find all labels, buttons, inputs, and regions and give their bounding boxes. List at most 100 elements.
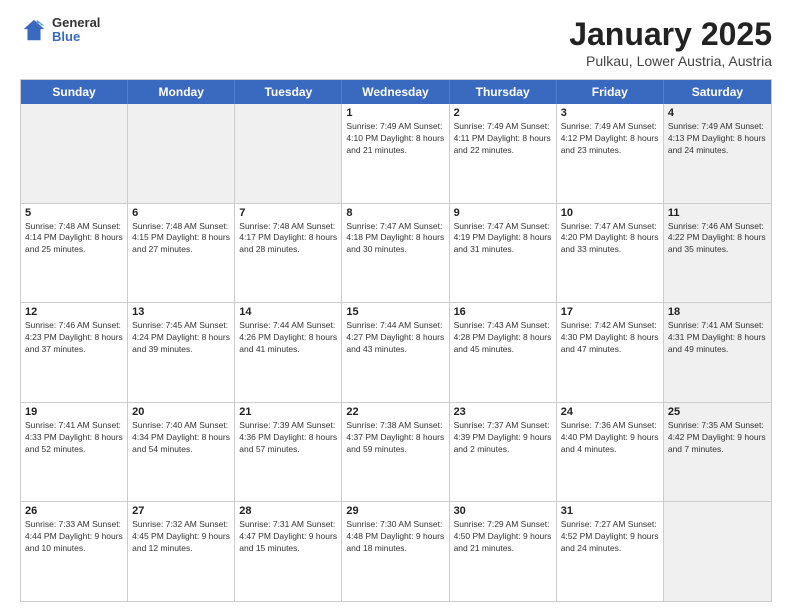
day-number: 21 bbox=[239, 406, 337, 418]
header-day-wednesday: Wednesday bbox=[342, 80, 449, 104]
day-cell-6: 6Sunrise: 7:48 AM Sunset: 4:15 PM Daylig… bbox=[128, 204, 235, 303]
calendar-subtitle: Pulkau, Lower Austria, Austria bbox=[569, 53, 772, 69]
day-cell-16: 16 Sunrise: 7:43 AM Sunset: 4:28 PM Dayli… bbox=[450, 303, 557, 402]
header-day-sunday: Sunday bbox=[21, 80, 128, 104]
day-number: 12 bbox=[25, 306, 123, 318]
header-day-friday: Friday bbox=[557, 80, 664, 104]
day-cell-11: 11Sunrise: 7:46 AM Sunset: 4:22 PM Dayli… bbox=[664, 204, 771, 303]
day-cell-3: 3Sunrise: 7:49 AM Sunset: 4:12 PM Daylig… bbox=[557, 104, 664, 203]
day-info: Sunrise: 7:47 AM Sunset: 4:19 PM Dayligh… bbox=[454, 221, 552, 257]
header-day-thursday: Thursday bbox=[450, 80, 557, 104]
day-info: Sunrise: 7:40 AM Sunset: 4:34 PM Dayligh… bbox=[132, 420, 230, 456]
empty-cell bbox=[664, 502, 771, 601]
day-info: Sunrise: 7:39 AM Sunset: 4:36 PM Dayligh… bbox=[239, 420, 337, 456]
day-info: Sunrise: 7:30 AM Sunset: 4:48 PM Dayligh… bbox=[346, 519, 444, 555]
day-cell-31: 31 Sunrise: 7:27 AM Sunset: 4:52 PM Dayli… bbox=[557, 502, 664, 601]
day-info: Sunrise: 7:44 AM Sunset: 4:27 PM Dayligh… bbox=[346, 320, 444, 356]
empty-cell bbox=[21, 104, 128, 203]
day-cell-28: 28 Sunrise: 7:31 AM Sunset: 4:47 PM Dayli… bbox=[235, 502, 342, 601]
title-block: January 2025 Pulkau, Lower Austria, Aust… bbox=[569, 16, 772, 69]
day-number: 15 bbox=[346, 306, 444, 318]
day-cell-5: 5 Sunrise: 7:48 AM Sunset: 4:14 PM Daylig… bbox=[21, 204, 128, 303]
day-info: Sunrise: 7:38 AM Sunset: 4:37 PM Dayligh… bbox=[346, 420, 444, 456]
day-info: Sunrise: 7:31 AM Sunset: 4:47 PM Dayligh… bbox=[239, 519, 337, 555]
day-info: Sunrise: 7:48 AM Sunset: 4:17 PM Dayligh… bbox=[239, 221, 337, 257]
day-info: Sunrise: 7:32 AM Sunset: 4:45 PM Dayligh… bbox=[132, 519, 230, 555]
day-number: 26 bbox=[25, 505, 123, 517]
day-info: Sunrise: 7:35 AM Sunset: 4:42 PM Dayligh… bbox=[668, 420, 767, 456]
day-number: 17 bbox=[561, 306, 659, 318]
day-info: Sunrise: 7:36 AM Sunset: 4:40 PM Dayligh… bbox=[561, 420, 659, 456]
day-cell-21: 21 Sunrise: 7:39 AM Sunset: 4:36 PM Dayli… bbox=[235, 403, 342, 502]
day-number: 5 bbox=[25, 207, 123, 219]
empty-cell bbox=[128, 104, 235, 203]
logo-text: General Blue bbox=[52, 16, 100, 45]
day-number: 4 bbox=[668, 107, 767, 119]
logo: General Blue bbox=[20, 16, 100, 45]
day-number: 2 bbox=[454, 107, 552, 119]
day-cell-18: 18Sunrise: 7:41 AM Sunset: 4:31 PM Dayli… bbox=[664, 303, 771, 402]
day-info: Sunrise: 7:46 AM Sunset: 4:22 PM Dayligh… bbox=[668, 221, 767, 257]
day-number: 31 bbox=[561, 505, 659, 517]
day-info: Sunrise: 7:47 AM Sunset: 4:18 PM Dayligh… bbox=[346, 221, 444, 257]
day-info: Sunrise: 7:48 AM Sunset: 4:15 PM Dayligh… bbox=[132, 221, 230, 257]
calendar-week-2: 5 Sunrise: 7:48 AM Sunset: 4:14 PM Daylig… bbox=[21, 204, 771, 304]
day-cell-2: 2 Sunrise: 7:49 AM Sunset: 4:11 PM Daylig… bbox=[450, 104, 557, 203]
day-info: Sunrise: 7:37 AM Sunset: 4:39 PM Dayligh… bbox=[454, 420, 552, 456]
day-info: Sunrise: 7:29 AM Sunset: 4:50 PM Dayligh… bbox=[454, 519, 552, 555]
day-info: Sunrise: 7:33 AM Sunset: 4:44 PM Dayligh… bbox=[25, 519, 123, 555]
day-info: Sunrise: 7:48 AM Sunset: 4:14 PM Dayligh… bbox=[25, 221, 123, 257]
header-day-tuesday: Tuesday bbox=[235, 80, 342, 104]
header-day-monday: Monday bbox=[128, 80, 235, 104]
day-info: Sunrise: 7:49 AM Sunset: 4:11 PM Dayligh… bbox=[454, 121, 552, 157]
day-cell-10: 10Sunrise: 7:47 AM Sunset: 4:20 PM Dayli… bbox=[557, 204, 664, 303]
day-cell-13: 13 Sunrise: 7:45 AM Sunset: 4:24 PM Dayli… bbox=[128, 303, 235, 402]
day-info: Sunrise: 7:41 AM Sunset: 4:33 PM Dayligh… bbox=[25, 420, 123, 456]
page: General Blue January 2025 Pulkau, Lower … bbox=[0, 0, 792, 612]
calendar: SundayMondayTuesdayWednesdayThursdayFrid… bbox=[20, 79, 772, 602]
day-number: 1 bbox=[346, 107, 444, 119]
day-cell-27: 27 Sunrise: 7:32 AM Sunset: 4:45 PM Dayli… bbox=[128, 502, 235, 601]
day-cell-9: 9 Sunrise: 7:47 AM Sunset: 4:19 PM Daylig… bbox=[450, 204, 557, 303]
day-number: 3 bbox=[561, 107, 659, 119]
day-cell-23: 23Sunrise: 7:37 AM Sunset: 4:39 PM Dayli… bbox=[450, 403, 557, 502]
day-cell-20: 20Sunrise: 7:40 AM Sunset: 4:34 PM Dayli… bbox=[128, 403, 235, 502]
day-cell-4: 4 Sunrise: 7:49 AM Sunset: 4:13 PM Daylig… bbox=[664, 104, 771, 203]
day-number: 16 bbox=[454, 306, 552, 318]
day-cell-24: 24Sunrise: 7:36 AM Sunset: 4:40 PM Dayli… bbox=[557, 403, 664, 502]
header: General Blue January 2025 Pulkau, Lower … bbox=[20, 16, 772, 69]
day-number: 25 bbox=[668, 406, 767, 418]
day-number: 22 bbox=[346, 406, 444, 418]
day-info: Sunrise: 7:27 AM Sunset: 4:52 PM Dayligh… bbox=[561, 519, 659, 555]
day-info: Sunrise: 7:44 AM Sunset: 4:26 PM Dayligh… bbox=[239, 320, 337, 356]
day-number: 27 bbox=[132, 505, 230, 517]
calendar-body: 1 Sunrise: 7:49 AM Sunset: 4:10 PM Daylig… bbox=[21, 104, 771, 601]
day-number: 13 bbox=[132, 306, 230, 318]
day-cell-22: 22 Sunrise: 7:38 AM Sunset: 4:37 PM Dayli… bbox=[342, 403, 449, 502]
day-cell-1: 1 Sunrise: 7:49 AM Sunset: 4:10 PM Daylig… bbox=[342, 104, 449, 203]
day-cell-29: 29 Sunrise: 7:30 AM Sunset: 4:48 PM Dayli… bbox=[342, 502, 449, 601]
day-info: Sunrise: 7:42 AM Sunset: 4:30 PM Dayligh… bbox=[561, 320, 659, 356]
day-info: Sunrise: 7:45 AM Sunset: 4:24 PM Dayligh… bbox=[132, 320, 230, 356]
day-number: 7 bbox=[239, 207, 337, 219]
logo-icon bbox=[20, 16, 48, 44]
day-info: Sunrise: 7:49 AM Sunset: 4:13 PM Dayligh… bbox=[668, 121, 767, 157]
empty-cell bbox=[235, 104, 342, 203]
day-number: 9 bbox=[454, 207, 552, 219]
day-cell-8: 8Sunrise: 7:47 AM Sunset: 4:18 PM Daylig… bbox=[342, 204, 449, 303]
calendar-week-1: 1 Sunrise: 7:49 AM Sunset: 4:10 PM Daylig… bbox=[21, 104, 771, 204]
logo-blue-label: Blue bbox=[52, 30, 100, 44]
calendar-week-4: 19 Sunrise: 7:41 AM Sunset: 4:33 PM Dayli… bbox=[21, 403, 771, 503]
day-number: 28 bbox=[239, 505, 337, 517]
day-number: 14 bbox=[239, 306, 337, 318]
day-info: Sunrise: 7:43 AM Sunset: 4:28 PM Dayligh… bbox=[454, 320, 552, 356]
day-cell-30: 30Sunrise: 7:29 AM Sunset: 4:50 PM Dayli… bbox=[450, 502, 557, 601]
day-info: Sunrise: 7:49 AM Sunset: 4:10 PM Dayligh… bbox=[346, 121, 444, 157]
day-number: 29 bbox=[346, 505, 444, 517]
day-number: 19 bbox=[25, 406, 123, 418]
day-cell-25: 25 Sunrise: 7:35 AM Sunset: 4:42 PM Dayli… bbox=[664, 403, 771, 502]
day-number: 10 bbox=[561, 207, 659, 219]
day-info: Sunrise: 7:46 AM Sunset: 4:23 PM Dayligh… bbox=[25, 320, 123, 356]
day-cell-26: 26 Sunrise: 7:33 AM Sunset: 4:44 PM Dayli… bbox=[21, 502, 128, 601]
logo-general-label: General bbox=[52, 16, 100, 30]
